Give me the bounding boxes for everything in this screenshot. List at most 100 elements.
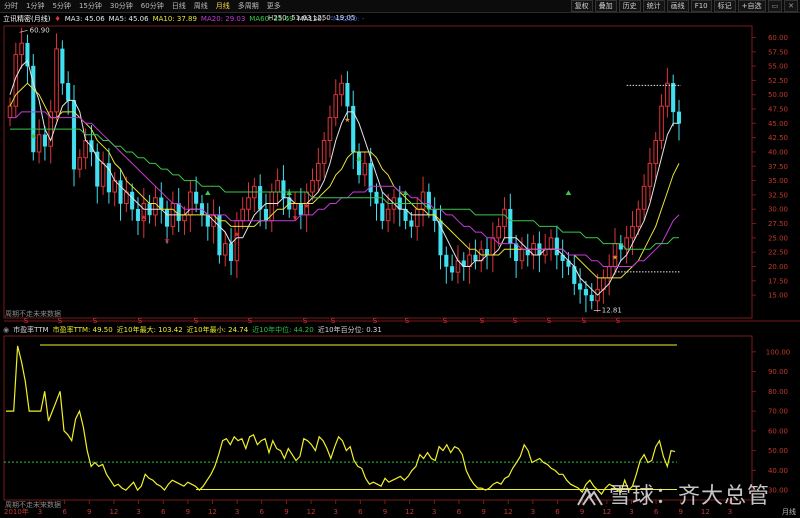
candle-body xyxy=(630,225,635,239)
main-y-tick-label: 57.50 xyxy=(768,48,788,56)
x-tick-label: 9 xyxy=(481,508,485,516)
candle-body xyxy=(420,191,426,210)
candle-body xyxy=(345,83,350,107)
candle-body xyxy=(589,294,594,302)
main-y-tick-label: 37.50 xyxy=(768,163,788,171)
x-tick-label: 6 xyxy=(555,508,560,516)
main-y-tick-label: 47.50 xyxy=(768,106,788,114)
candle-body xyxy=(71,100,77,170)
candle-body xyxy=(310,180,315,193)
signal-up-icon: ⛰ xyxy=(286,189,292,197)
candle-body xyxy=(647,162,653,187)
candle-body xyxy=(578,283,583,290)
candle-body xyxy=(635,208,641,227)
period-s-marker: S xyxy=(547,317,552,325)
period-s-marker: S xyxy=(93,317,98,325)
x-tick-label: 3 xyxy=(531,508,535,516)
main-y-tick-label: 55.00 xyxy=(768,63,788,71)
period-s-marker: S xyxy=(194,317,199,325)
signal-up-icon: ⛰ xyxy=(30,132,36,140)
chart-canvas[interactable]: 15.00 17.50 20.00 22.50 25.00 27.50 30.00 32.50… xyxy=(0,0,800,518)
candle-body xyxy=(130,191,135,210)
pe-y-tick-label: 40.00 xyxy=(768,467,788,475)
candle-body xyxy=(508,208,513,244)
signal-down-icon: ★ xyxy=(234,231,240,239)
candle-body xyxy=(659,105,664,142)
period-s-marker: S xyxy=(616,317,621,325)
candle-body xyxy=(450,266,455,273)
candle-body xyxy=(426,191,431,210)
signal-down-icon: ★ xyxy=(344,116,350,124)
period-s-marker: S xyxy=(58,317,63,325)
candle-body xyxy=(484,249,490,256)
x-tick-label: 6 xyxy=(62,508,67,516)
signal-down-icon: ★ xyxy=(141,213,147,221)
main-y-tick-label: 20.00 xyxy=(768,263,788,271)
pe-y-tick-label: 80.00 xyxy=(768,388,788,396)
candle-body xyxy=(258,186,263,210)
candle-body xyxy=(83,140,88,159)
main-y-tick-label: 15.00 xyxy=(768,292,788,300)
period-s-marker: S xyxy=(248,317,253,325)
pe-ttm-line xyxy=(6,345,676,496)
period-s-marker: S xyxy=(582,317,587,325)
candle-body xyxy=(583,289,588,296)
candle-body xyxy=(240,208,245,222)
signal-down-icon: ★ xyxy=(612,254,618,262)
candle-body xyxy=(671,83,676,113)
main-y-tick-label: 17.50 xyxy=(768,277,788,285)
signal-down-icon: ★ xyxy=(292,213,298,221)
candle-body xyxy=(316,162,321,182)
main-y-tick-label: 60.00 xyxy=(768,34,788,42)
candle-body xyxy=(665,82,670,107)
candle-body xyxy=(554,237,559,256)
main-y-tick-label: 52.50 xyxy=(768,77,788,85)
period-s-marker: S xyxy=(480,317,485,325)
candle-body xyxy=(153,197,158,216)
candle-body xyxy=(229,243,234,261)
pe-y-tick-label: 30.00 xyxy=(768,487,788,495)
high-price-label: 60.90 xyxy=(30,26,50,34)
x-tick-label: 3 xyxy=(38,508,42,516)
period-s-marker: S xyxy=(303,317,308,325)
candle-body xyxy=(77,157,83,170)
candle-body xyxy=(42,134,47,147)
signal-up-icon: ⛰ xyxy=(356,155,362,163)
period-s-marker: S xyxy=(405,317,410,325)
candle-body xyxy=(7,105,13,119)
candle-body xyxy=(292,202,298,210)
candle-body xyxy=(327,117,333,142)
candle-body xyxy=(100,162,106,187)
candle-body xyxy=(380,203,385,221)
x-tick-label: 6 xyxy=(457,508,462,516)
candle-body xyxy=(281,180,286,199)
candle-body xyxy=(676,111,682,124)
x-tick-label: 9 xyxy=(284,508,288,516)
candle-body xyxy=(502,208,507,227)
candle-body xyxy=(409,220,414,227)
candle-body xyxy=(36,134,42,153)
candle-body xyxy=(188,191,193,216)
x-tick-label: 12 xyxy=(208,508,217,516)
main-y-tick-label: 25.00 xyxy=(768,234,788,242)
x-tick-label: 9 xyxy=(87,508,91,516)
candle-body xyxy=(321,140,327,164)
main-y-tick-label: 35.00 xyxy=(768,177,788,185)
candle-body xyxy=(362,162,368,176)
watermark-text: 雪球：齐大总管 xyxy=(608,484,770,509)
candle-body xyxy=(514,243,519,261)
candle-body xyxy=(118,180,123,204)
candle-body xyxy=(182,214,187,222)
period-s-marker: S xyxy=(513,317,518,325)
x-tick-label: 9 xyxy=(186,508,190,516)
pe-y-tick-label: 60.00 xyxy=(768,427,788,435)
candle-body xyxy=(60,48,65,84)
candle-body xyxy=(25,42,30,67)
main-y-tick-label: 32.50 xyxy=(768,191,788,199)
main-y-tick-label: 40.00 xyxy=(768,148,788,156)
candle-body xyxy=(275,180,280,193)
signal-down-icon: ★ xyxy=(164,236,170,244)
candle-body xyxy=(222,243,228,256)
candle-body xyxy=(444,254,449,267)
x-tick-label: 6 xyxy=(161,508,166,516)
